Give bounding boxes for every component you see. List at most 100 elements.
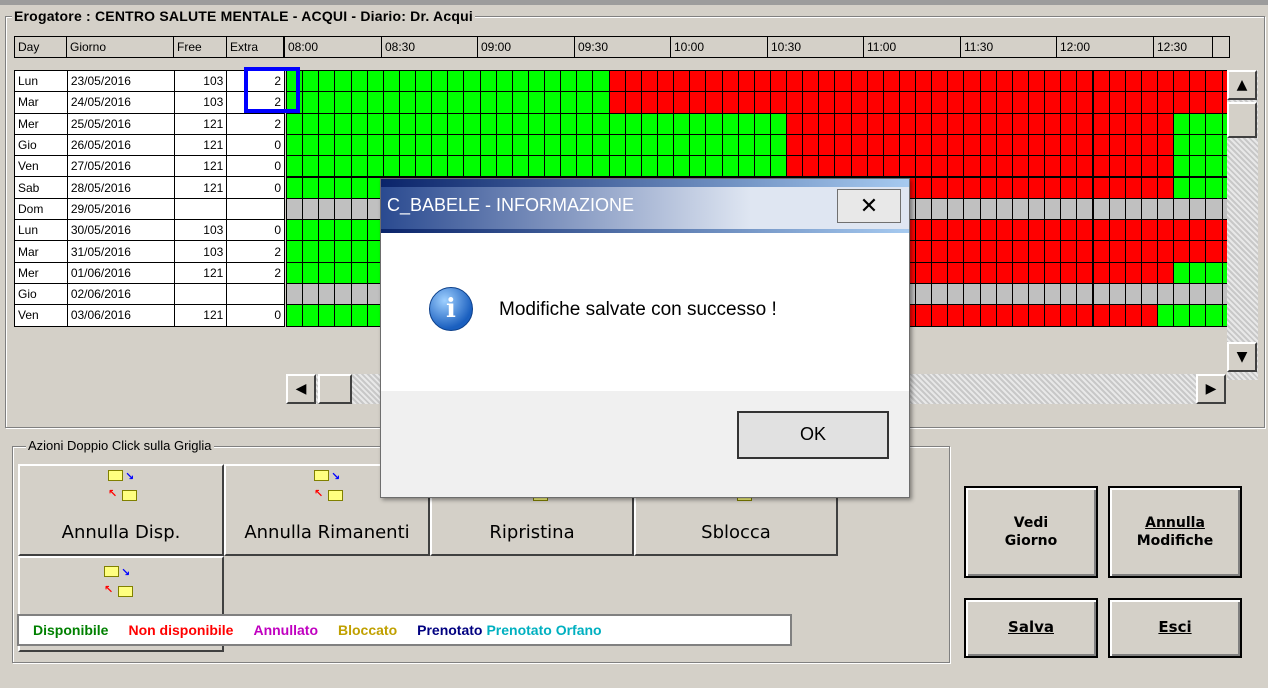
slot-cell[interactable] [1076, 155, 1094, 178]
slot-cell[interactable] [302, 91, 320, 114]
slot-cell[interactable] [1157, 70, 1175, 93]
slot-cell[interactable] [1157, 240, 1175, 263]
slot-cell[interactable] [527, 133, 546, 157]
slot-cell[interactable] [915, 91, 933, 114]
slot-cell[interactable] [544, 70, 562, 93]
slot-cell[interactable] [963, 112, 981, 135]
time-header[interactable]: 09:30 [574, 36, 672, 58]
slot-cell[interactable] [463, 155, 481, 178]
slot-cell[interactable] [979, 197, 997, 221]
slot-cell[interactable] [1173, 155, 1191, 178]
slot-cell[interactable] [576, 112, 594, 135]
slot-cell[interactable] [318, 112, 336, 135]
slot-cell[interactable] [302, 219, 320, 242]
slot-cell[interactable] [931, 155, 949, 178]
slot-cell[interactable] [1173, 261, 1191, 284]
slot-cell[interactable] [1157, 261, 1175, 284]
table-row[interactable]: Mer 01/06/2016 121 2 [14, 261, 285, 284]
slot-cell[interactable] [1044, 197, 1062, 221]
slot-cell[interactable] [495, 112, 513, 135]
slot-cell[interactable] [721, 155, 739, 178]
slot-cell[interactable] [592, 91, 610, 114]
slot-cell[interactable] [721, 133, 739, 157]
slot-cell[interactable] [898, 155, 917, 178]
table-row[interactable]: Ven 27/05/2016 121 0 [14, 155, 285, 178]
scroll-up-button[interactable]: ▲ [1227, 70, 1257, 100]
slot-cell[interactable] [915, 112, 933, 135]
slot-cell[interactable] [915, 155, 933, 178]
slot-cell[interactable] [334, 133, 352, 157]
slot-cell[interactable] [592, 133, 610, 157]
slot-cell[interactable] [1027, 219, 1046, 242]
slot-cell[interactable] [689, 155, 707, 178]
slot-cell[interactable] [1124, 91, 1142, 114]
slot-cell[interactable] [1092, 304, 1110, 327]
slot-cell[interactable] [1011, 155, 1029, 178]
slot-cell[interactable] [608, 133, 626, 157]
slot-cell[interactable] [1173, 91, 1191, 114]
slot-cell[interactable] [576, 133, 594, 157]
slot-cell[interactable] [1044, 240, 1062, 263]
slot-cell[interactable] [931, 112, 949, 135]
slot-cell[interactable] [1108, 70, 1126, 93]
slot-cell[interactable] [673, 70, 691, 93]
slot-cell[interactable] [318, 70, 336, 93]
slot-cell[interactable] [689, 133, 707, 157]
slot-cell[interactable] [656, 91, 675, 114]
slot-cell[interactable] [1011, 176, 1029, 199]
slot-cell[interactable] [1092, 283, 1110, 306]
scroll-thumb-vertical[interactable] [1227, 102, 1257, 138]
slot-cell[interactable] [963, 240, 981, 263]
slot-cell[interactable] [398, 155, 417, 178]
slot-cell[interactable] [963, 197, 981, 221]
table-row[interactable]: Dom 29/05/2016 [14, 197, 285, 221]
slot-cell[interactable] [1205, 197, 1223, 221]
slot-cell[interactable] [866, 133, 884, 157]
slot-cell[interactable] [947, 240, 965, 263]
slot-cell[interactable] [963, 176, 981, 199]
slot-cell[interactable] [979, 283, 997, 306]
slot-cell[interactable] [818, 155, 836, 178]
slot-cell[interactable] [1124, 304, 1142, 327]
table-row[interactable]: Gio 02/06/2016 [14, 282, 285, 306]
slot-cell[interactable] [286, 240, 304, 263]
slot-cell[interactable] [931, 261, 949, 284]
slot-cell[interactable] [1060, 304, 1078, 327]
slot-cell[interactable] [1189, 240, 1207, 263]
slot-cell[interactable] [866, 91, 884, 114]
slot-cell[interactable] [1076, 70, 1094, 93]
slot-cell[interactable] [318, 283, 336, 306]
slot-cell[interactable] [721, 91, 739, 114]
slot-cell[interactable] [1140, 133, 1158, 157]
time-header[interactable]: 10:00 [670, 36, 768, 58]
slot-cell[interactable] [511, 133, 529, 157]
slot-cell[interactable] [1173, 133, 1191, 157]
slot-cell[interactable] [1011, 197, 1029, 221]
slot-cell[interactable] [1011, 133, 1029, 157]
slot-cell[interactable] [302, 176, 320, 199]
slot-cell[interactable] [963, 133, 981, 157]
slot-cell[interactable] [1124, 133, 1142, 157]
slot-cell[interactable] [286, 112, 304, 135]
slot-cell[interactable] [544, 112, 562, 135]
slot-cell[interactable] [769, 70, 788, 93]
slot-cell[interactable] [1140, 304, 1158, 327]
dialog-close-button[interactable]: ✕ [837, 189, 901, 223]
slot-cell[interactable] [334, 304, 352, 327]
slot-cell[interactable] [1205, 304, 1223, 327]
col-header-giorno[interactable]: Giorno [66, 36, 174, 58]
slot-cell[interactable] [350, 70, 368, 93]
slot-cell[interactable] [463, 112, 481, 135]
slot-cell[interactable] [947, 112, 965, 135]
slot-cell[interactable] [1108, 261, 1126, 284]
slot-cell[interactable] [302, 133, 320, 157]
slot-cell[interactable] [495, 155, 513, 178]
slot-cell[interactable] [350, 91, 368, 114]
slot-cell[interactable] [1124, 219, 1142, 242]
slot-cell[interactable] [624, 155, 642, 178]
slot-cell[interactable] [1157, 133, 1175, 157]
slot-cell[interactable] [979, 261, 997, 284]
slot-cell[interactable] [640, 91, 658, 114]
slot-cell[interactable] [850, 112, 868, 135]
slot-cell[interactable] [1157, 155, 1175, 178]
